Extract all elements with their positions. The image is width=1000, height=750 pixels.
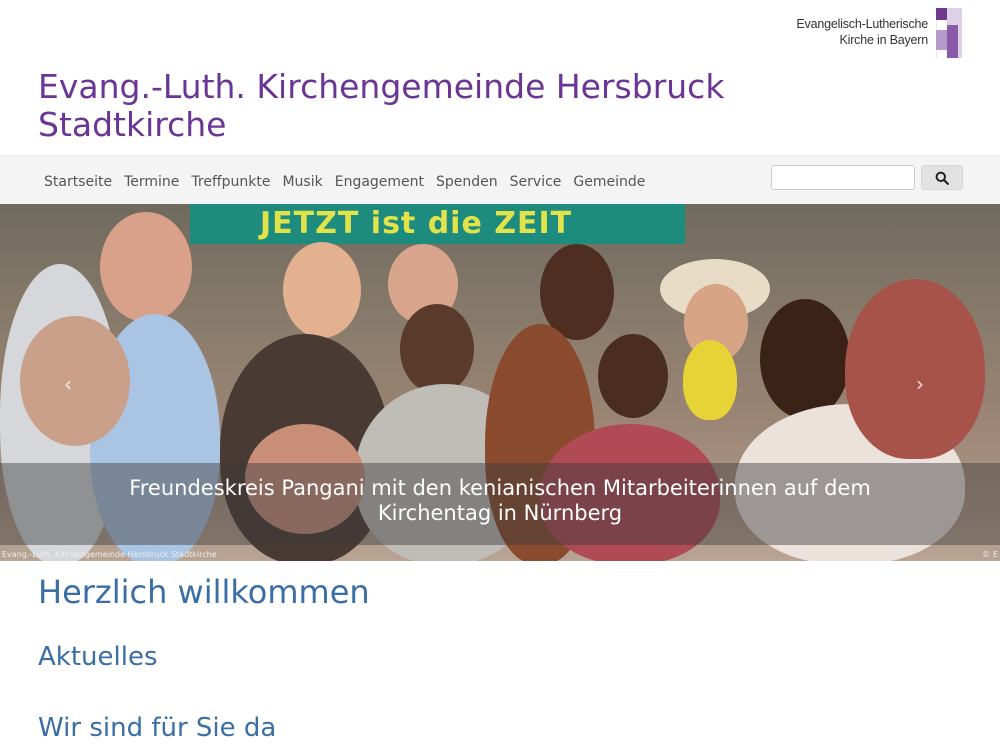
brand-mark-icon [936, 8, 962, 58]
site-title[interactable]: Evang.-Luth. Kirchengemeinde Hersbruck S… [38, 68, 724, 144]
contact-heading: Wir sind für Sie da [38, 713, 277, 743]
site-title-line-1: Evang.-Luth. Kirchengemeinde Hersbruck [38, 67, 725, 106]
hero-prev-arrow-icon[interactable]: ‹ [64, 372, 72, 396]
search-icon [935, 171, 949, 185]
hero-caption: Freundeskreis Pangani mit den kenianisch… [129, 476, 871, 525]
nav-item-musik[interactable]: Musik [276, 172, 328, 192]
search-button[interactable] [921, 165, 963, 190]
site-title-line-2: Stadtkirche [38, 105, 227, 144]
news-heading: Aktuelles [38, 642, 158, 672]
welcome-heading: Herzlich willkommen [38, 573, 370, 611]
nav-item-service[interactable]: Service [504, 172, 568, 192]
hero-banner-text: JETZT ist die ZEIT [260, 206, 573, 241]
brand-text: Evangelisch-Lutherische Kirche in Bayern [796, 16, 928, 48]
nav-item-startseite[interactable]: Startseite [38, 172, 118, 192]
hero-credit-right: © E [982, 550, 998, 559]
brand-line-2: Kirche in Bayern [839, 33, 928, 47]
nav-item-gemeinde[interactable]: Gemeinde [567, 172, 651, 192]
main-nav: Startseite Termine Treffpunkte Musik Eng… [38, 172, 651, 192]
brand-line-1: Evangelisch-Lutherische [796, 17, 928, 31]
hero-next-arrow-icon[interactable]: › [916, 372, 924, 396]
nav-item-termine[interactable]: Termine [118, 172, 185, 192]
nav-item-engagement[interactable]: Engagement [329, 172, 430, 192]
nav-item-spenden[interactable]: Spenden [430, 172, 504, 192]
ekb-logo[interactable]: Evangelisch-Lutherische Kirche in Bayern [796, 8, 962, 58]
main-navbar: Startseite Termine Treffpunkte Musik Eng… [0, 155, 1000, 204]
hero-credit-left: Evang.-Luth. Kirchengemeinde Hersbruck S… [2, 550, 217, 559]
nav-item-treffpunkte[interactable]: Treffpunkte [185, 172, 276, 192]
hero-slider[interactable]: JETZT ist die ZEIT ‹ › Freundeskreis Pan… [0, 204, 1000, 561]
search-input[interactable] [771, 165, 915, 190]
